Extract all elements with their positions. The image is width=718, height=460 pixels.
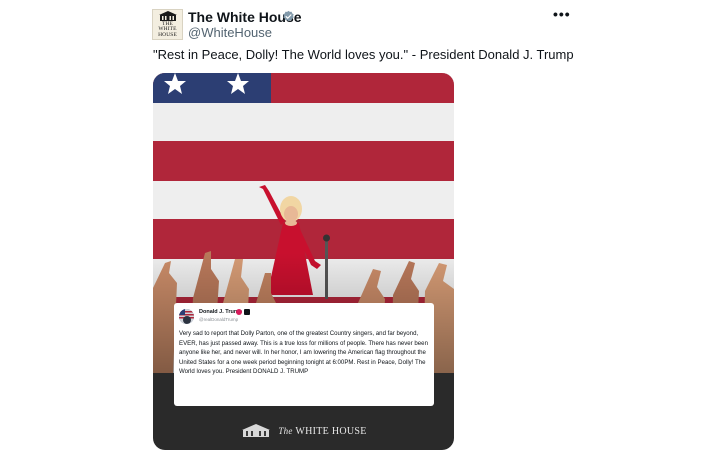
platform-icon: [244, 309, 250, 315]
wordmark-the: The: [278, 425, 293, 436]
verified-badge-icon: [283, 10, 294, 22]
post-media-image[interactable]: Donald J. Trump @realDonaldTrump Very sa…: [153, 73, 454, 450]
quoted-post-text: Very sad to report that Dolly Parton, on…: [179, 330, 428, 375]
quoted-author-avatar: [179, 309, 194, 324]
post: THE WHITE HOUSE The White House @WhiteHo…: [137, 0, 582, 460]
wordmark-name: WHITE HOUSE: [295, 425, 367, 437]
white-house-wordmark: The WHITE HOUSE: [278, 426, 366, 437]
white-house-brand: The WHITE HOUSE: [153, 418, 454, 444]
author-avatar[interactable]: THE WHITE HOUSE: [152, 9, 183, 40]
avatar-text-line2: HOUSE: [158, 31, 177, 38]
post-text: "Rest in Peace, Dolly! The World loves y…: [153, 47, 574, 62]
quoted-author-handle: @realDonaldTrump: [199, 317, 239, 322]
more-options-button[interactable]: •••: [553, 6, 571, 22]
quoted-post-card[interactable]: Donald J. Trump @realDonaldTrump Very sa…: [174, 303, 434, 406]
white-house-logo-icon: [242, 424, 271, 437]
author-handle[interactable]: @WhiteHouse: [188, 25, 272, 40]
verified-pink-icon: [236, 309, 242, 315]
